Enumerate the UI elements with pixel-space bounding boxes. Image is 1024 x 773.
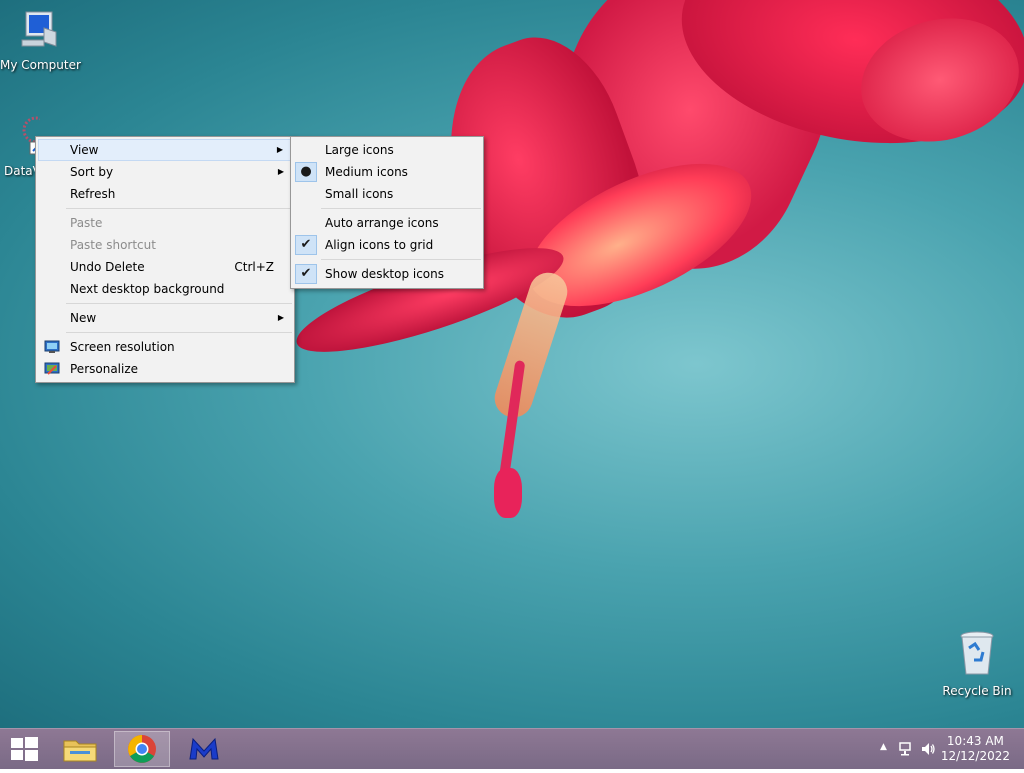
menu-item-new[interactable]: New ▶ — [38, 307, 292, 329]
screen-resolution-icon — [44, 340, 60, 353]
checkmark-icon: ✔ — [295, 264, 317, 284]
menu-item-personalize[interactable]: Personalize — [38, 358, 292, 380]
taskbar-clock[interactable]: 10:43 AM 12/12/2022 — [941, 734, 1010, 764]
menu-item-label: Refresh — [70, 187, 116, 201]
menu-item-sort-by[interactable]: Sort by ▶ — [38, 161, 292, 183]
submenu-arrow-icon: ▶ — [277, 167, 284, 176]
menu-item-label: Paste — [70, 216, 103, 230]
menu-item-label: Align icons to grid — [325, 238, 434, 252]
desktop-icon-my-computer[interactable]: My Computer — [0, 8, 81, 72]
menu-separator — [321, 259, 481, 260]
show-hidden-icons-icon[interactable]: ▲ — [880, 742, 887, 752]
menu-item-label: View — [70, 143, 99, 157]
folder-icon — [63, 740, 97, 762]
menu-item-medium-icons[interactable]: ● Medium icons — [293, 161, 481, 183]
menu-item-refresh[interactable]: Refresh — [38, 183, 292, 205]
menu-separator — [66, 208, 292, 209]
desktop[interactable]: My Computer DataV Recycle Bin View ▶ Sor… — [0, 0, 1024, 728]
submenu-arrow-icon: ▶ — [277, 313, 284, 322]
windows-logo-icon — [11, 737, 38, 761]
network-icon[interactable] — [898, 741, 914, 757]
volume-icon[interactable] — [920, 741, 936, 757]
desktop-icon-label: My Computer — [0, 58, 81, 72]
menu-item-show-desktop-icons[interactable]: ✔ Show desktop icons — [293, 263, 481, 285]
menu-item-label: Small icons — [325, 187, 394, 201]
start-button[interactable] — [0, 729, 48, 769]
malwarebytes-icon — [189, 737, 219, 760]
menu-item-large-icons[interactable]: Large icons — [293, 139, 481, 161]
menu-item-view[interactable]: View ▶ — [38, 139, 292, 161]
computer-icon — [21, 11, 57, 47]
view-submenu: Large icons ● Medium icons Small icons A… — [290, 136, 484, 289]
desktop-context-menu: View ▶ Sort by ▶ Refresh Paste Paste sho… — [35, 136, 295, 383]
menu-separator — [321, 208, 481, 209]
menu-item-label: Undo Delete — [70, 260, 145, 274]
submenu-arrow-icon: ▶ — [276, 145, 283, 154]
taskbar-file-explorer-button[interactable] — [52, 731, 108, 767]
menu-item-shortcut: Ctrl+Z — [234, 260, 274, 274]
menu-item-label: Paste shortcut — [70, 238, 156, 252]
menu-item-label: Auto arrange icons — [325, 216, 439, 230]
checkmark-icon: ✔ — [295, 235, 317, 255]
menu-item-label: Sort by — [70, 165, 114, 179]
menu-item-label: New — [70, 311, 97, 325]
recycle-bin-icon — [960, 631, 994, 675]
menu-item-label: Medium icons — [325, 165, 408, 179]
menu-item-auto-arrange-icons[interactable]: Auto arrange icons — [293, 212, 481, 234]
menu-item-label: Personalize — [70, 362, 139, 376]
chrome-icon — [128, 735, 156, 763]
clock-date: 12/12/2022 — [940, 749, 1010, 763]
clock-time: 10:43 AM — [946, 734, 1004, 748]
menu-item-align-icons-to-grid[interactable]: ✔ Align icons to grid — [293, 234, 481, 256]
menu-separator — [66, 303, 292, 304]
menu-item-small-icons[interactable]: Small icons — [293, 183, 481, 205]
taskbar-chrome-button[interactable] — [114, 731, 170, 767]
menu-item-paste: Paste — [38, 212, 292, 234]
desktop-icon-label: Recycle Bin — [942, 684, 1012, 698]
taskbar: ▲ 10:43 AM 12/12/2022 — [0, 728, 1024, 769]
menu-item-screen-resolution[interactable]: Screen resolution — [38, 336, 292, 358]
menu-item-undo-delete[interactable]: Undo Delete Ctrl+Z — [38, 256, 292, 278]
menu-item-label: Screen resolution — [70, 340, 175, 354]
personalize-icon — [44, 362, 60, 375]
taskbar-malwarebytes-button[interactable] — [176, 731, 232, 767]
system-tray: ▲ 10:43 AM 12/12/2022 — [864, 729, 1024, 769]
menu-item-label: Next desktop background — [70, 282, 225, 296]
radio-bullet-icon: ● — [295, 162, 317, 182]
menu-separator — [66, 332, 292, 333]
menu-item-paste-shortcut: Paste shortcut — [38, 234, 292, 256]
shortcut-icon — [22, 116, 50, 155]
menu-item-label: Show desktop icons — [325, 267, 445, 281]
menu-item-next-desktop-background[interactable]: Next desktop background — [38, 278, 292, 300]
menu-item-label: Large icons — [325, 143, 394, 157]
desktop-icon-recycle-bin[interactable]: Recycle Bin — [937, 630, 1017, 698]
